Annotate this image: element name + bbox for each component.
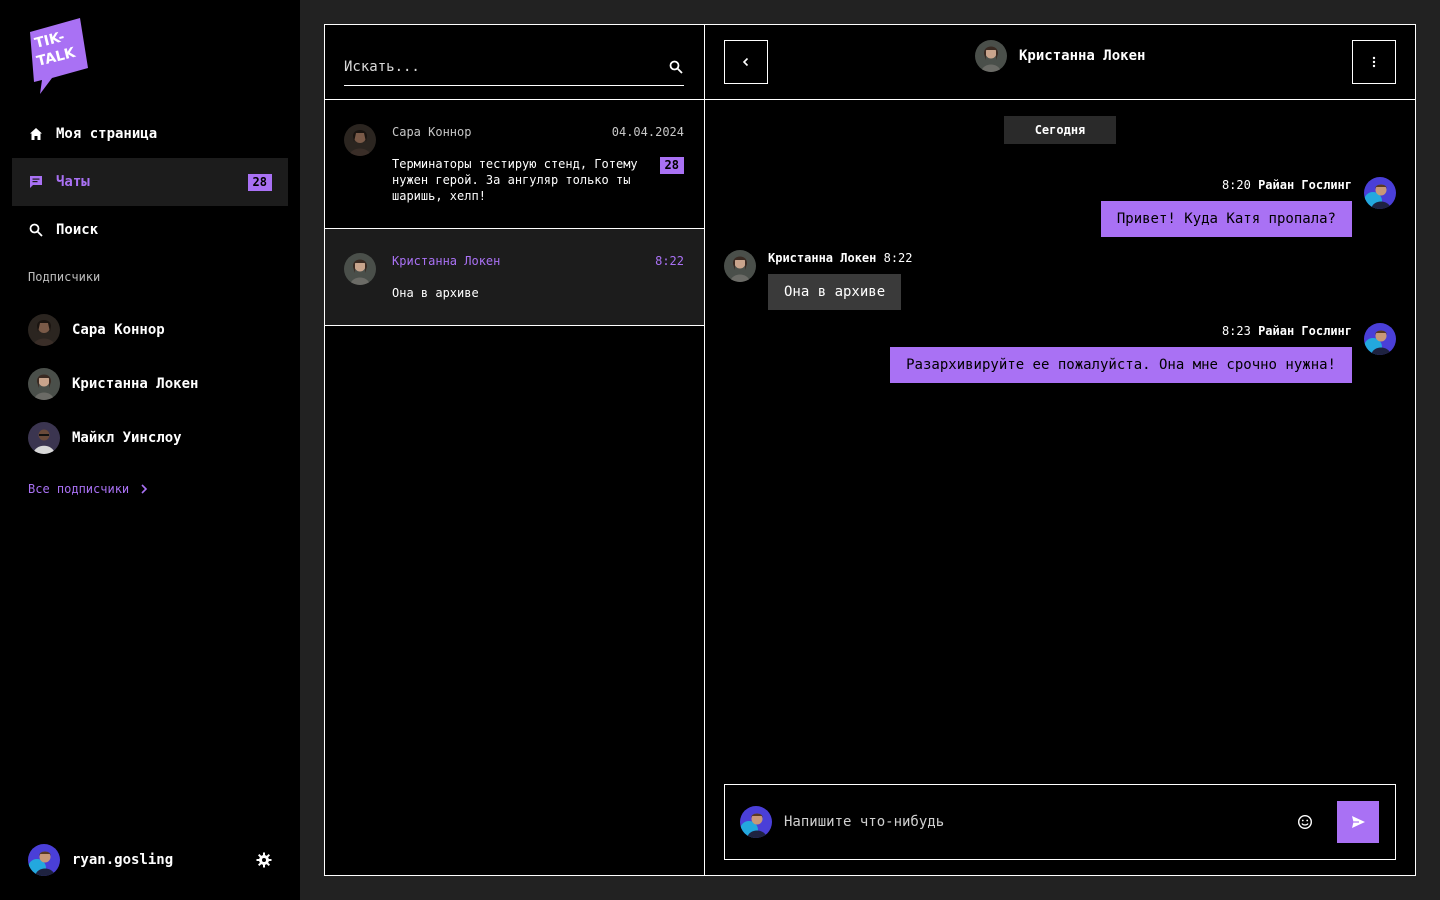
subscriber-name: Кристанна Локен — [72, 376, 199, 392]
message-author: Райан Гослинг — [1258, 324, 1352, 338]
chat-time: 04.04.2024 — [611, 125, 684, 139]
home-icon — [28, 126, 44, 142]
chevron-right-icon — [141, 484, 148, 494]
unread-badge: 28 — [247, 173, 272, 191]
back-button[interactable] — [724, 40, 768, 84]
subscriber-name: Сара Коннор — [72, 322, 165, 338]
current-user-profile[interactable]: ryan.gosling — [28, 844, 272, 876]
message-author: Райан Гослинг — [1258, 178, 1352, 192]
message-time: 8:23 — [1221, 324, 1251, 338]
nav-item-label: Чаты — [56, 174, 90, 190]
chats-page: Сара Коннор 04.04.2024 Терминаторы тести… — [324, 24, 1416, 876]
more-vertical-icon — [1372, 56, 1376, 68]
nav-item-label: Моя страница — [56, 126, 158, 142]
tik-talk-logo[interactable]: TIK- TALK — [26, 18, 92, 96]
chevron-left-icon — [742, 57, 749, 67]
message-composer — [724, 784, 1396, 860]
conversation-title-text: Кристанна Локен — [1019, 48, 1146, 64]
avatar — [344, 124, 376, 156]
chat-last-message: Она в архиве — [392, 286, 479, 300]
chat-icon — [28, 174, 44, 190]
message-outgoing: 8:23 Райан Гослинг Разархивируйте ее пож… — [890, 323, 1396, 383]
username: ryan.gosling — [72, 852, 174, 868]
gear-icon[interactable] — [256, 852, 272, 868]
message-meta: 8:23 Райан Гослинг — [890, 323, 1352, 339]
message-bubble: Разархивируйте ее пожалуйста. Она мне ср… — [890, 347, 1352, 383]
emoji-icon[interactable] — [1297, 814, 1313, 830]
subscribers-list: Сара Коннор Кристанна Локен Майкл Уинсло… — [28, 312, 288, 474]
send-icon — [1352, 816, 1365, 828]
avatar — [975, 40, 1007, 72]
message-time: 8:20 — [1221, 178, 1251, 192]
conversation-panel: Кристанна Локен Сегодня 8:20 Райан Госли… — [705, 25, 1415, 875]
chat-search — [325, 25, 704, 100]
subscriber-name: Майкл Уинслоу — [72, 430, 182, 446]
subscriber-item[interactable]: Сара Коннор — [28, 312, 288, 348]
date-divider: Сегодня — [1004, 116, 1116, 144]
subscriber-item[interactable]: Кристанна Локен — [28, 366, 288, 402]
all-subscribers-label: Все подписчики — [28, 482, 130, 496]
search-icon[interactable] — [668, 59, 684, 75]
message-incoming: Кристанна Локен 8:22 Она в архиве — [724, 250, 913, 310]
avatar — [1364, 323, 1396, 355]
nav-item-search[interactable]: Поиск — [12, 206, 288, 254]
nav-item-my-page[interactable]: Моя страница — [12, 110, 288, 158]
avatar — [724, 250, 756, 282]
all-subscribers-link[interactable]: Все подписчики — [28, 482, 149, 496]
chat-name: Сара Коннор — [392, 125, 472, 139]
chat-list-item[interactable]: Сара Коннор 04.04.2024 Терминаторы тести… — [325, 100, 704, 229]
more-options-button[interactable] — [1352, 40, 1396, 84]
sidebar: TIK- TALK Моя страница Чаты 28 Поиск Под… — [0, 0, 300, 900]
chat-last-message: Терминаторы тестирую стенд, Готему нужен… — [392, 157, 638, 203]
conversation-header: Кристанна Локен — [705, 25, 1415, 100]
message-author: Кристанна Локен — [768, 251, 877, 265]
avatar — [28, 844, 60, 876]
subscribers-title: Подписчики — [28, 270, 101, 284]
message-meta: Кристанна Локен 8:22 — [768, 250, 913, 266]
search-icon — [28, 222, 44, 238]
message-time: 8:22 — [883, 251, 913, 265]
send-button[interactable] — [1337, 801, 1379, 843]
avatar — [740, 806, 772, 838]
search-input[interactable] — [344, 59, 668, 75]
nav-item-chats[interactable]: Чаты 28 — [12, 158, 288, 206]
avatar — [1364, 177, 1396, 209]
search-field — [344, 49, 684, 86]
main-nav: Моя страница Чаты 28 Поиск — [12, 110, 288, 254]
unread-badge: 28 — [659, 157, 684, 174]
subscriber-item[interactable]: Майкл Уинслоу — [28, 420, 288, 456]
avatar — [28, 314, 60, 346]
conversation-title: Кристанна Локен — [975, 40, 1145, 72]
message-input[interactable] — [784, 814, 1297, 830]
message-bubble: Она в архиве — [768, 274, 902, 310]
nav-item-label: Поиск — [56, 222, 99, 238]
avatar — [28, 422, 60, 454]
message-bubble: Привет! Куда Катя пропала? — [1100, 201, 1352, 237]
avatar — [28, 368, 60, 400]
message-meta: 8:20 Райан Гослинг — [1101, 177, 1352, 193]
chat-name: Кристанна Локен — [392, 254, 501, 268]
chat-list-panel: Сара Коннор 04.04.2024 Терминаторы тести… — [325, 25, 705, 875]
message-outgoing: 8:20 Райан Гослинг Привет! Куда Катя про… — [1100, 177, 1396, 237]
chat-time: 8:22 — [655, 254, 684, 268]
avatar — [344, 253, 376, 285]
chat-list-item[interactable]: Кристанна Локен 8:22 Она в архиве — [325, 229, 704, 326]
